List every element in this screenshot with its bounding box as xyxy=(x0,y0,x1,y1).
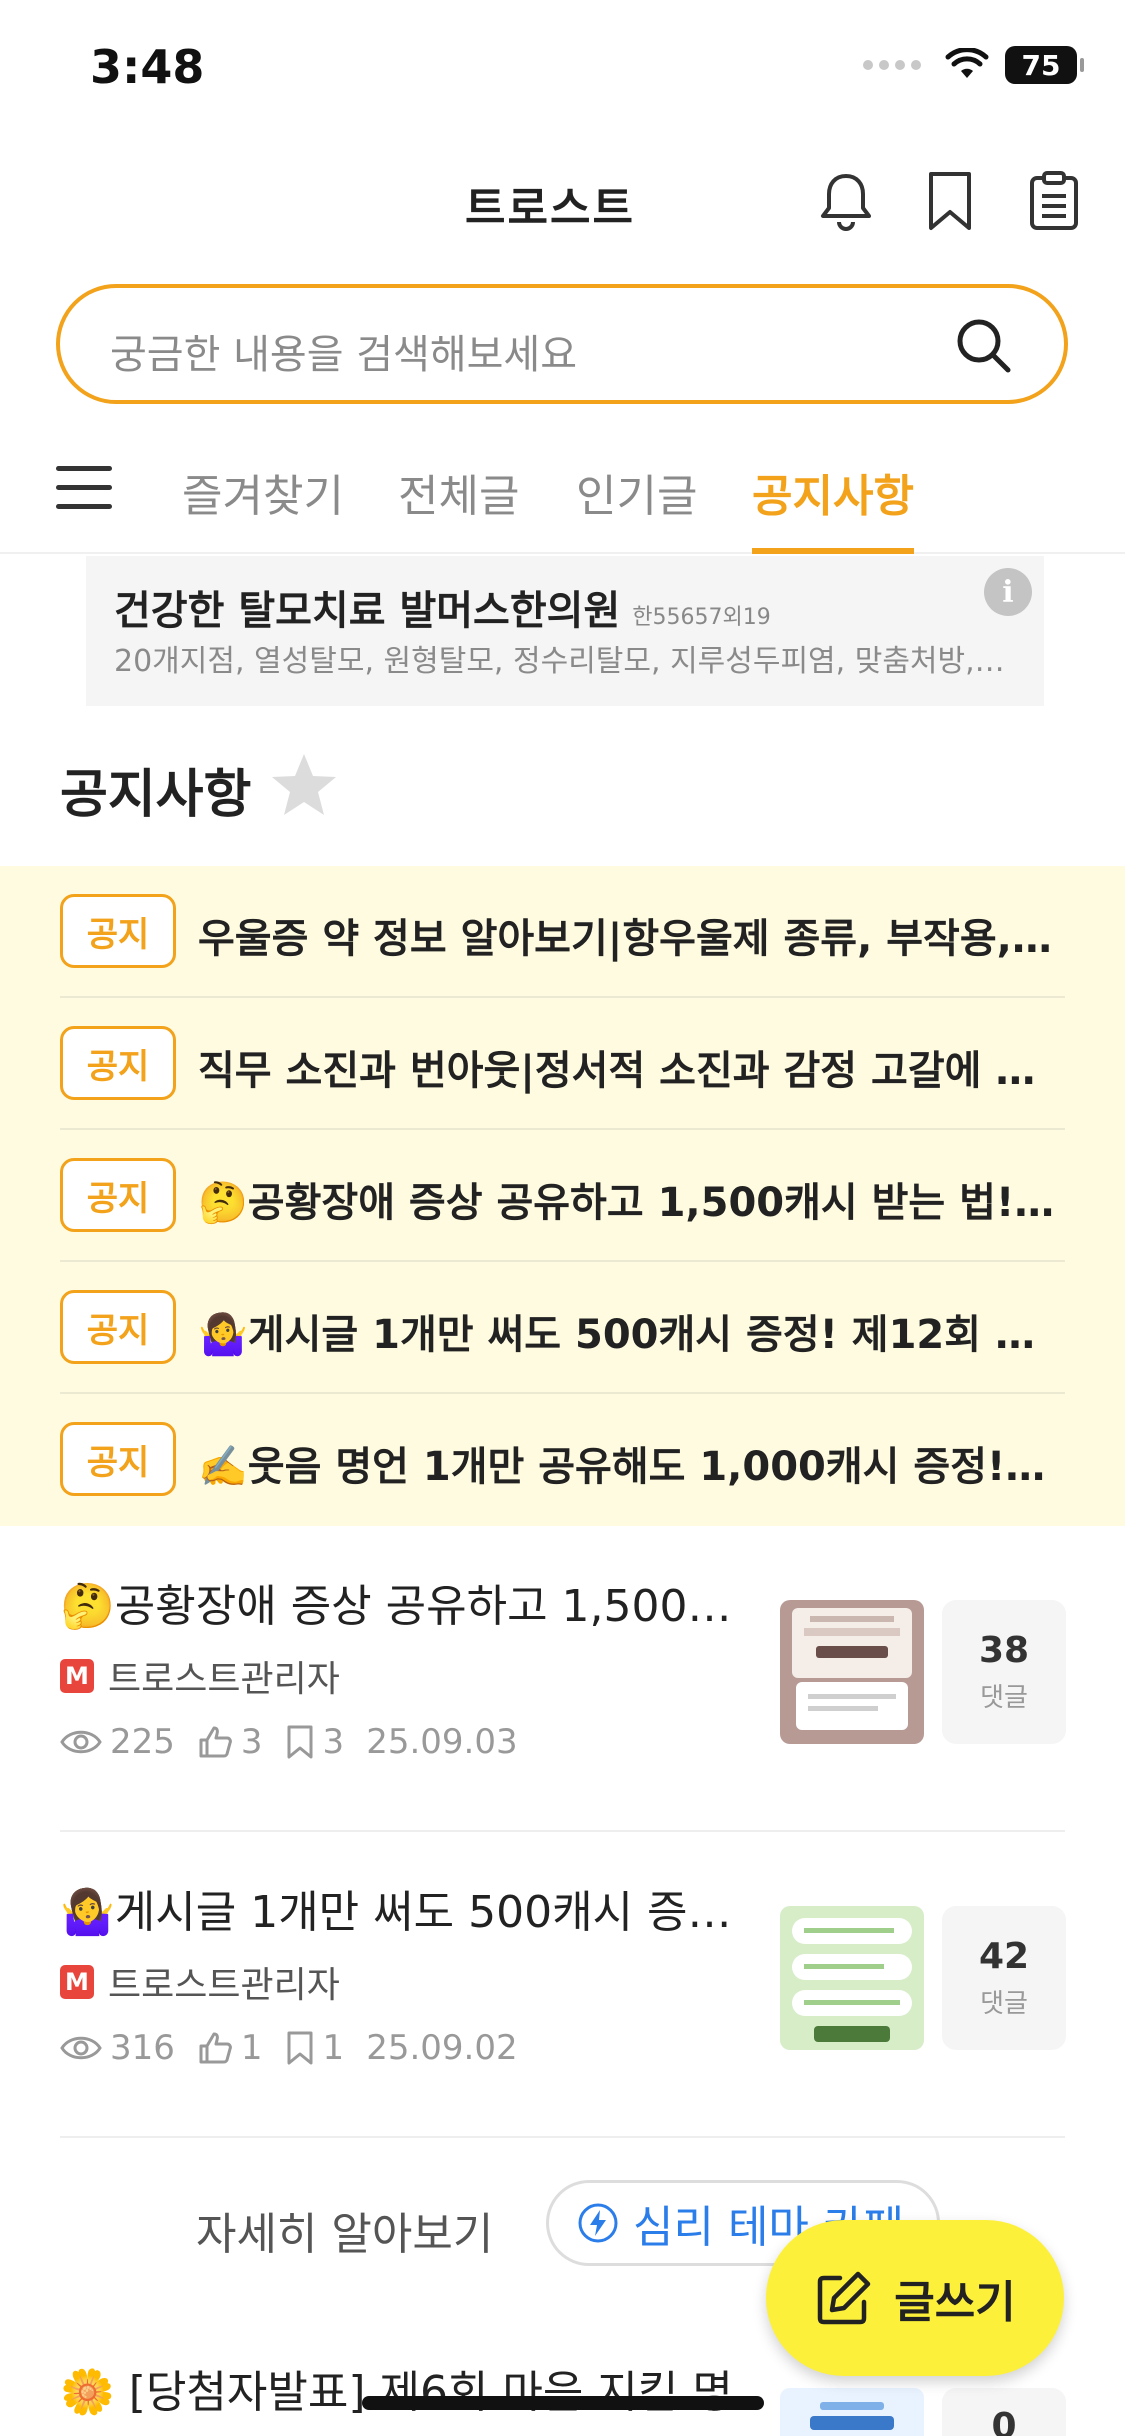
comment-count: 38 xyxy=(978,1630,1030,1671)
comment-count-box[interactable]: 38 댓글 xyxy=(942,1600,1066,1744)
post-item[interactable]: 🤷‍♀️게시글 1개만 써도 500캐시 증정! 제12회 M 트로스트관리자 … xyxy=(60,1832,1066,2138)
status-bar: 3:48 75 xyxy=(0,0,1125,140)
header-actions xyxy=(815,168,1085,234)
lightning-icon xyxy=(578,2203,618,2243)
post-thumbnail xyxy=(780,1600,924,1744)
like-count-value: 3 xyxy=(240,1722,263,1762)
star-favorite-icon[interactable] xyxy=(266,748,342,824)
search-icon[interactable] xyxy=(954,316,1014,376)
view-count: 225 xyxy=(60,1722,175,1762)
tab-all-posts[interactable]: 전체글 xyxy=(398,460,519,554)
post-author: M 트로스트관리자 xyxy=(60,1956,340,2008)
pencil-edit-icon xyxy=(818,2271,871,2325)
bookmark-icon xyxy=(287,2031,313,2065)
notice-badge: 공지 xyxy=(60,1422,176,1496)
author-name: 트로스트관리자 xyxy=(108,1965,340,2006)
like-count-value: 1 xyxy=(240,2028,263,2068)
comment-label: 댓글 xyxy=(980,1683,1028,1713)
app-header: 트로스트 xyxy=(0,140,1125,260)
notice-title: 🤷‍♀️게시글 1개만 써도 500캐시 증정! 제12회 MBTI 이벤트 xyxy=(198,1312,1058,1358)
view-count: 316 xyxy=(60,2028,175,2068)
notice-title: 직무 소진과 번아웃|정서적 소진과 감정 고갈에 대해 알아보기 xyxy=(198,1048,1058,1094)
bookmark-count-value: 3 xyxy=(322,1722,345,1762)
tab-popular[interactable]: 인기글 xyxy=(576,460,697,554)
bookmark-button[interactable] xyxy=(919,168,981,234)
bookmark-count: 1 xyxy=(285,2028,345,2068)
thumbs-up-icon xyxy=(199,1726,232,1758)
write-button-label: 글쓰기 xyxy=(894,2277,1016,2328)
info-icon[interactable]: i xyxy=(984,568,1032,616)
status-indicators: 75 xyxy=(863,46,1084,84)
comment-label: 댓글 xyxy=(980,1989,1028,2019)
notice-item[interactable]: 공지 🤷‍♀️게시글 1개만 써도 500캐시 증정! 제12회 MBTI 이벤… xyxy=(60,1262,1065,1394)
post-author: M 트로스트관리자 xyxy=(60,1650,340,1702)
notice-badge: 공지 xyxy=(60,1290,176,1364)
post-date: 25.09.02 xyxy=(366,2028,518,2068)
view-count-value: 316 xyxy=(110,2028,175,2068)
notice-item[interactable]: 공지 직무 소진과 번아웃|정서적 소진과 감정 고갈에 대해 알아보기 xyxy=(60,998,1065,1130)
post-thumbnail xyxy=(780,2388,924,2436)
ad-banner[interactable]: 건강한 탈모치료 발머스한의원 한55657외19 20개지점, 열성탈모, 원형… xyxy=(86,556,1044,706)
bookmark-count-value: 1 xyxy=(322,2028,345,2068)
eye-icon xyxy=(60,2036,102,2060)
battery-icon: 75 xyxy=(1005,46,1084,84)
notice-badge: 공지 xyxy=(60,894,176,968)
notification-button[interactable] xyxy=(815,168,877,234)
author-name: 트로스트관리자 xyxy=(108,1659,340,1700)
like-count: 3 xyxy=(197,1722,263,1762)
post-date: 25.09.03 xyxy=(366,1722,518,1762)
comment-count: 42 xyxy=(978,1936,1030,1977)
view-count-value: 225 xyxy=(110,1722,175,1762)
section-title: 공지사항 xyxy=(60,765,252,825)
notice-badge: 공지 xyxy=(60,1026,176,1100)
tab-favorites[interactable]: 즐겨찾기 xyxy=(182,460,344,554)
write-post-button[interactable]: 글쓰기 xyxy=(766,2220,1064,2376)
author-badge: M xyxy=(60,1659,94,1693)
home-indicator[interactable] xyxy=(362,2396,764,2410)
signal-icon xyxy=(863,60,921,70)
post-title: 🤷‍♀️게시글 1개만 써도 500캐시 증정! 제12회 xyxy=(60,1887,770,1938)
thumbs-up-icon xyxy=(199,2032,232,2064)
notice-list: 공지 우울증 약 정보 알아보기|항우울제 종류, 부작용, 진단 기준 공지 … xyxy=(0,866,1125,1526)
ad-title-text: 건강한 탈모치료 발머스한의원 xyxy=(114,588,621,634)
comment-count[interactable]: 0 xyxy=(942,2388,1066,2436)
learn-more-link[interactable]: 자세히 알아보기 xyxy=(196,2198,493,2262)
search-placeholder: 궁금한 내용을 검색해보세요 xyxy=(110,332,578,378)
eye-icon xyxy=(60,1730,102,1754)
notice-badge: 공지 xyxy=(60,1158,176,1232)
like-count: 1 xyxy=(197,2028,263,2068)
notice-title: 우울증 약 정보 알아보기|항우울제 종류, 부작용, 진단 기준 xyxy=(198,916,1058,962)
notice-item[interactable]: 공지 ✍️웃음 명언 1개만 공유해도 1,000캐시 증정! 제7회 이벤트 xyxy=(60,1394,1065,1526)
ad-description: 20개지점, 열성탈모, 원형탈모, 정수리탈모, 지루성두피염, 맞춤처방, … xyxy=(114,644,1014,679)
post-title: 🤔공황장애 증상 공유하고 1,500캐시 받는 법! xyxy=(60,1581,770,1632)
next-post-title[interactable]: 🌼 [당첨자발표] 제6회 마음 지킴 명 xyxy=(60,2356,733,2420)
bookmark-count: 3 xyxy=(285,1722,345,1762)
bookmark-icon xyxy=(287,1725,313,1759)
post-thumbnail xyxy=(780,1906,924,2050)
post-meta: 316 1 1 25.09.02 xyxy=(60,2028,540,2068)
notice-title: 🤔공황장애 증상 공유하고 1,500캐시 받는 법! 2025년 xyxy=(198,1180,1058,1226)
search-input[interactable]: 궁금한 내용을 검색해보세요 xyxy=(56,284,1068,404)
hamburger-menu-icon[interactable] xyxy=(56,466,112,512)
status-time: 3:48 xyxy=(90,40,205,94)
ad-title: 건강한 탈모치료 발머스한의원 한55657외19 xyxy=(114,578,771,636)
comment-count-box[interactable]: 42 댓글 xyxy=(942,1906,1066,2050)
category-tabs: 즐겨찾기 전체글 인기글 공지사항 xyxy=(0,430,1125,554)
bell-icon xyxy=(821,174,871,231)
notice-title: ✍️웃음 명언 1개만 공유해도 1,000캐시 증정! 제7회 이벤트 xyxy=(198,1444,1058,1490)
notice-item[interactable]: 공지 🤔공황장애 증상 공유하고 1,500캐시 받는 법! 2025년 xyxy=(60,1130,1065,1262)
wifi-icon xyxy=(945,48,989,78)
post-meta: 225 3 3 25.09.03 xyxy=(60,1722,540,1762)
clipboard-icon xyxy=(1030,171,1078,230)
bookmark-icon xyxy=(929,172,971,230)
tab-notices[interactable]: 공지사항 xyxy=(752,460,914,554)
post-item[interactable]: 🤔공황장애 증상 공유하고 1,500캐시 받는 법! M 트로스트관리자 22… xyxy=(60,1526,1066,1832)
author-badge: M xyxy=(60,1965,94,1999)
ad-license: 한55657외19 xyxy=(632,605,771,630)
clipboard-button[interactable] xyxy=(1023,168,1085,234)
notice-item[interactable]: 공지 우울증 약 정보 알아보기|항우울제 종류, 부작용, 진단 기준 xyxy=(60,866,1065,998)
